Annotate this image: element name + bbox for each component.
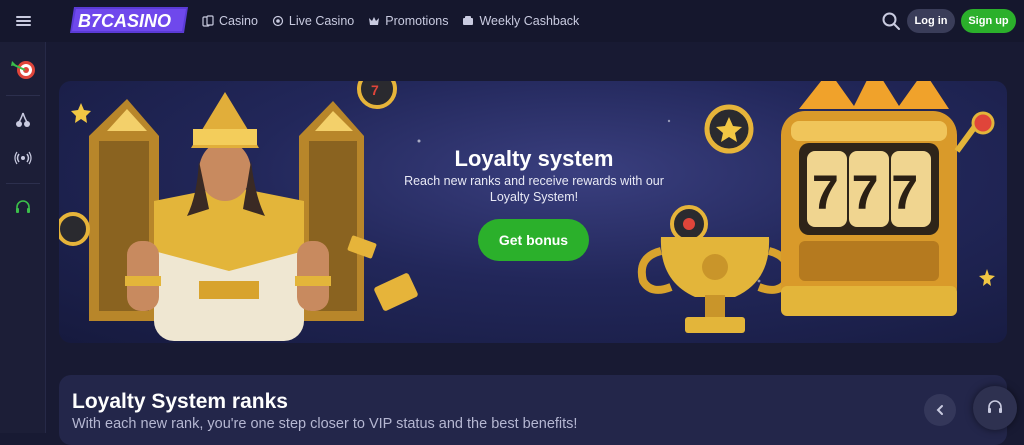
banner-subtitle: Reach new ranks and receive rewards with…	[404, 174, 664, 204]
logo[interactable]: B7CASINO	[70, 7, 188, 33]
casino-chip-icon: 7	[357, 81, 397, 109]
casino-chip-icon	[670, 205, 708, 243]
nav-live-casino-label: Live Casino	[288, 14, 355, 28]
logo-text: B7CASINO	[78, 11, 171, 31]
nav-promotions[interactable]: Promotions	[368, 14, 448, 28]
target-icon	[11, 61, 35, 79]
sidebar-item-support[interactable]	[0, 188, 46, 228]
nav-casino-label: Casino	[219, 14, 258, 28]
live-icon	[272, 15, 284, 27]
support-chat-button[interactable]	[973, 386, 1017, 430]
casino-chip-icon	[59, 212, 90, 246]
crown-icon	[369, 17, 380, 25]
login-button[interactable]: Log in	[907, 9, 955, 33]
casino-chip-icon	[704, 104, 754, 154]
trophy-illustration	[637, 237, 793, 333]
chevron-left-icon	[936, 405, 943, 415]
signup-button[interactable]: Sign up	[961, 9, 1016, 33]
sidebar	[0, 42, 46, 433]
menu-icon[interactable]	[0, 0, 46, 42]
headset-icon	[16, 200, 30, 213]
cards-icon	[202, 15, 214, 27]
nav-live-casino[interactable]: Live Casino	[272, 14, 354, 28]
sidebar-divider	[6, 183, 40, 184]
get-bonus-button[interactable]: Get bonus	[478, 219, 589, 261]
nav-weekly-cashback-label: Weekly Cashback	[479, 14, 580, 28]
banner-title: Loyalty system	[454, 146, 614, 171]
headset-icon	[988, 400, 1002, 413]
search-icon[interactable]	[881, 11, 901, 31]
top-bar: B7CASINO Casino Live Casino Promotions W…	[0, 0, 1024, 42]
cashback-icon	[463, 16, 474, 25]
svg-text:7: 7	[371, 82, 379, 98]
nav-weekly-cashback[interactable]: Weekly Cashback	[462, 14, 579, 28]
ranks-title: Loyalty System ranks	[72, 390, 288, 413]
live-stream-icon	[14, 151, 32, 165]
loyalty-banner: 7 777	[59, 81, 1007, 343]
slot-machine-illustration: 777	[781, 81, 995, 316]
sidebar-item-live[interactable]	[0, 138, 46, 178]
carousel-prev-button[interactable]	[924, 394, 956, 426]
nav-promotions-label: Promotions	[385, 14, 449, 28]
slot-reels-text: 777	[812, 167, 931, 220]
cherries-icon	[16, 112, 30, 127]
sidebar-divider	[6, 95, 40, 96]
sidebar-item-target[interactable]	[0, 50, 46, 90]
sidebar-item-slots[interactable]	[0, 100, 46, 140]
star-icon	[979, 269, 995, 286]
star-icon	[71, 103, 91, 123]
ticket-icon	[374, 273, 418, 311]
pharaoh-throne-illustration	[89, 92, 364, 341]
ranks-subtitle: With each new rank, you're one step clos…	[72, 416, 578, 432]
banner-art: 7 777	[59, 81, 995, 341]
main-nav: Casino Live Casino Promotions Weekly Cas…	[202, 0, 579, 42]
nav-casino[interactable]: Casino	[202, 14, 258, 28]
